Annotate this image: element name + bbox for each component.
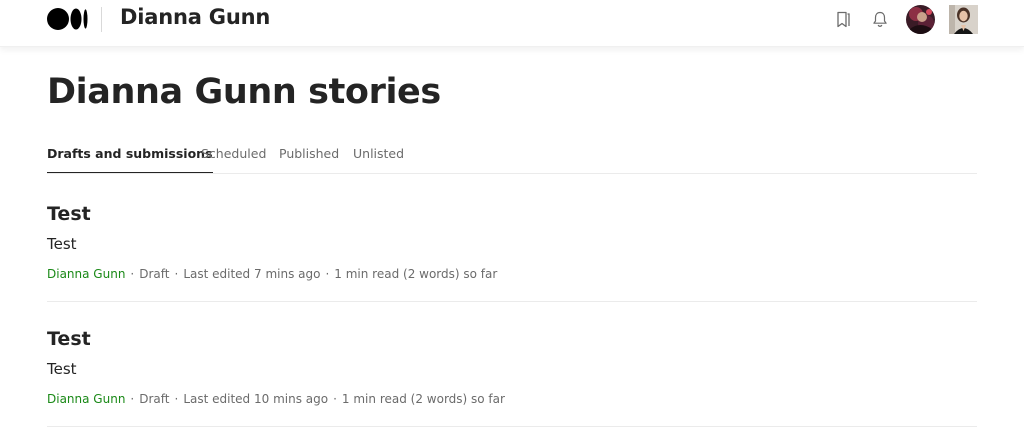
meta-separator: · xyxy=(174,267,179,281)
meta-separator: · xyxy=(325,267,330,281)
publication-name[interactable]: Dianna Gunn xyxy=(120,5,270,29)
page-title: Dianna Gunn stories xyxy=(47,72,441,112)
meta-separator: · xyxy=(130,392,135,406)
user-avatar[interactable] xyxy=(949,5,978,34)
story-meta: Dianna Gunn · Draft · Last edited 10 mins ag… xyxy=(47,392,505,406)
meta-separator: · xyxy=(130,267,135,281)
bell-icon[interactable] xyxy=(870,8,890,30)
meta-separator: · xyxy=(333,392,337,406)
tab-drafts-and-submissions[interactable]: Drafts and submissions xyxy=(47,146,213,173)
story-item: Test Test Dianna Gunn · Draft · Last edited … xyxy=(47,203,977,323)
tab-unlisted[interactable]: Unlisted xyxy=(353,146,404,172)
story-meta: Dianna Gunn · Draft · Last edited 7 mins ago… xyxy=(47,267,497,281)
bookmark-icon[interactable] xyxy=(833,8,853,30)
medium-logo-icon[interactable] xyxy=(47,8,89,30)
story-title[interactable]: Test xyxy=(47,328,91,350)
story-subtitle[interactable]: Test xyxy=(47,235,77,253)
story-author[interactable]: Dianna Gunn xyxy=(47,267,125,281)
story-read-info: 1 min read (2 words) so far xyxy=(341,392,505,406)
story-last-edited: Last edited 7 mins ago xyxy=(183,267,321,281)
publication-avatar[interactable] xyxy=(906,5,935,34)
header-divider xyxy=(101,7,102,32)
story-divider xyxy=(47,301,977,302)
story-subtitle[interactable]: Test xyxy=(47,360,77,378)
meta-separator: · xyxy=(174,392,179,406)
story-item: Test Test Dianna Gunn · Draft · Last edited … xyxy=(47,328,977,448)
top-navigation-bar: Dianna Gunn xyxy=(0,0,1024,47)
story-divider xyxy=(47,426,977,427)
story-author[interactable]: Dianna Gunn xyxy=(47,392,125,406)
story-tabs: Drafts and submissions Scheduled Publish… xyxy=(47,146,977,174)
story-status: Draft xyxy=(139,392,170,406)
story-last-edited: Last edited 10 mins ago xyxy=(183,392,329,406)
tab-published[interactable]: Published xyxy=(279,146,339,172)
story-title[interactable]: Test xyxy=(47,203,91,225)
story-read-info: 1 min read (2 words) so far xyxy=(334,267,498,281)
story-status: Draft xyxy=(139,267,170,281)
tab-scheduled[interactable]: Scheduled xyxy=(201,146,266,172)
